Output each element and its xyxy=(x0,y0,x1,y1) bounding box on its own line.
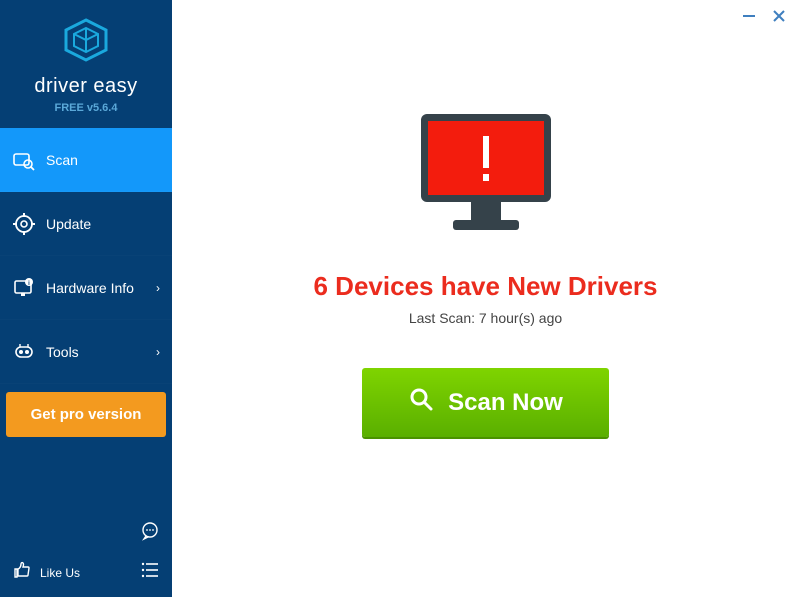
nav-tools[interactable]: Tools › xyxy=(0,320,172,384)
headline: 6 Devices have New Drivers xyxy=(314,271,658,302)
brand-version: FREE v5.6.4 xyxy=(0,102,172,114)
nav-label: Update xyxy=(46,216,160,232)
nav-label: Hardware Info xyxy=(46,280,156,296)
pro-button-label: Get pro version xyxy=(31,406,142,423)
minimize-button[interactable] xyxy=(741,8,757,24)
update-nav-icon xyxy=(12,212,36,236)
nav-scan[interactable]: Scan xyxy=(0,128,172,192)
feedback-icon[interactable] xyxy=(140,521,160,546)
window-controls xyxy=(741,8,787,24)
chevron-right-icon: › xyxy=(156,281,160,295)
menu-icon[interactable] xyxy=(140,560,160,585)
nav-label: Scan xyxy=(46,152,160,168)
alert-monitor-icon xyxy=(411,110,561,243)
logo-area: driver easy FREE v5.6.4 xyxy=(0,0,172,128)
bottom-icons xyxy=(140,521,160,585)
get-pro-button[interactable]: Get pro version xyxy=(6,392,166,437)
nav-label: Tools xyxy=(46,344,156,360)
brand-name: driver easy xyxy=(0,75,172,98)
sidebar: driver easy FREE v5.6.4 Scan Update i Ha… xyxy=(0,0,172,597)
nav: Scan Update i Hardware Info › Tools › xyxy=(0,128,172,384)
chevron-right-icon: › xyxy=(156,345,160,359)
last-scan-text: Last Scan: 7 hour(s) ago xyxy=(409,310,562,326)
scan-nav-icon xyxy=(12,148,36,172)
close-button[interactable] xyxy=(771,8,787,24)
nav-hardware[interactable]: i Hardware Info › xyxy=(0,256,172,320)
main-pane: 6 Devices have New Drivers Last Scan: 7 … xyxy=(172,0,799,597)
thumbs-up-icon xyxy=(12,560,32,585)
logo-icon xyxy=(62,18,110,62)
scan-button-label: Scan Now xyxy=(448,389,563,417)
scan-now-button[interactable]: Scan Now xyxy=(362,368,609,437)
search-icon xyxy=(408,386,434,419)
nav-update[interactable]: Update xyxy=(0,192,172,256)
tools-nav-icon xyxy=(12,340,36,364)
hardware-nav-icon: i xyxy=(12,276,36,300)
